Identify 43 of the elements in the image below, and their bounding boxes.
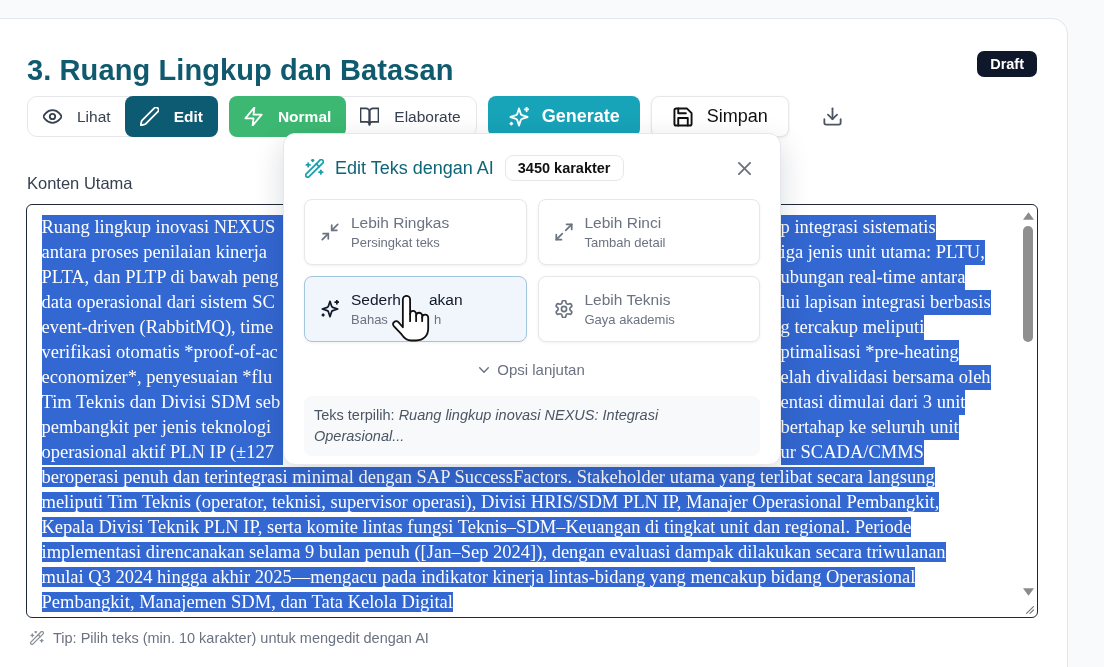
lightning-icon: [243, 107, 263, 126]
section-title: 3. Ruang Lingkup dan Batasan: [27, 53, 454, 88]
action-card[interactable]: Sederh akan Bahas h: [304, 276, 527, 342]
magic-wand-icon: [30, 631, 44, 645]
action-title: Lebih Rinci: [584, 213, 662, 232]
action-subtitle: Persingkat teks: [351, 234, 440, 251]
save-button[interactable]: Simpan: [650, 96, 789, 137]
view-mode-tab[interactable]: Edit: [124, 96, 218, 137]
scroll-up-icon[interactable]: [1022, 212, 1034, 220]
action-subtitle: h: [433, 311, 442, 328]
field-label: Konten Utama: [27, 173, 134, 193]
eye-icon: [43, 107, 62, 126]
view-mode-tab[interactable]: Lihat: [28, 97, 126, 136]
pencil-icon: [139, 107, 159, 126]
action-title: Sederh: [351, 290, 401, 309]
popup-title: Edit Teks dengan AI: [335, 157, 494, 179]
status-badge: Draft: [977, 51, 1037, 77]
action-title: Lebih Ringkas: [351, 213, 450, 232]
sparkle-icon: [508, 106, 529, 127]
book-icon: [360, 107, 380, 126]
scroll-down-icon[interactable]: [1022, 588, 1034, 596]
detail-mode-tab[interactable]: Elaborate: [345, 97, 476, 136]
action-card[interactable]: Lebih Teknis Gaya akademis: [537, 276, 760, 342]
tip-text: Tip: Pilih teks (min. 10 karakter) untuk mengedit dengan AI: [53, 630, 429, 646]
more-options-button[interactable]: Opsi lanjutan: [479, 360, 585, 380]
scrollbar-thumb[interactable]: [1023, 226, 1033, 342]
arrows-inward-icon: [321, 223, 339, 241]
action-title: Lebih Teknis: [584, 290, 671, 309]
download-icon[interactable]: [822, 107, 842, 126]
action-card[interactable]: Lebih Ringkas Persingkat teks: [304, 199, 527, 265]
arrows-outward-icon: [554, 223, 573, 241]
action-subtitle: Bahas: [351, 311, 388, 328]
action-subtitle: Tambah detail: [584, 234, 666, 251]
sparkle-icon: [321, 300, 339, 318]
action-card[interactable]: Lebih Rinci Tambah detail: [537, 199, 760, 265]
action-title: akan: [429, 290, 463, 309]
close-icon[interactable]: [738, 161, 751, 175]
gear-icon: [554, 300, 573, 318]
selected-text-preview: Teks terpilih: Ruang lingkup inovasi NEXUS: Integrasi Operasional...: [304, 396, 760, 456]
character-count: 3450 karakter: [504, 155, 624, 181]
resize-grip-icon[interactable]: [1026, 606, 1034, 614]
action-subtitle: Gaya akademis: [584, 311, 675, 328]
magic-wand-icon: [305, 158, 324, 178]
